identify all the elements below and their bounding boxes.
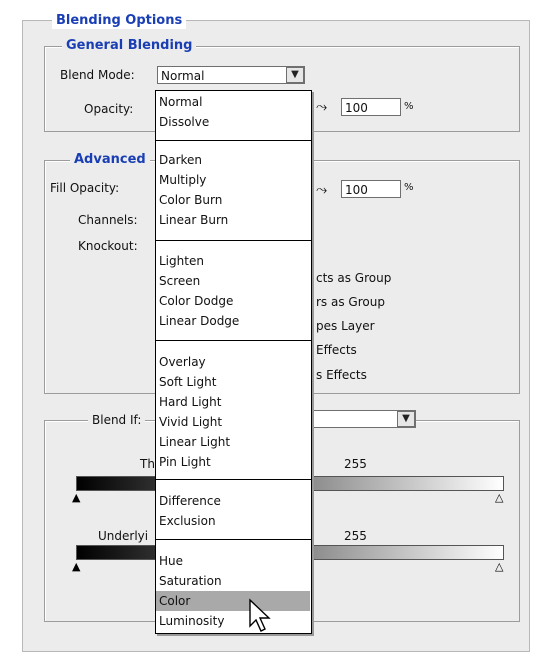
triangle-slider-icon[interactable]: △: [495, 492, 503, 503]
channels-label: Channels:: [78, 213, 138, 227]
advanced-blending-title: Advanced: [70, 152, 150, 168]
menu-item-normal[interactable]: Normal: [159, 92, 307, 112]
menu-item-hard-light[interactable]: Hard Light: [159, 392, 307, 412]
advanced-option-3[interactable]: pes Layer: [316, 318, 375, 334]
menu-item-linear-dodge[interactable]: Linear Dodge: [159, 311, 307, 331]
chevron-down-icon[interactable]: ▼: [397, 411, 415, 427]
mouse-pointer-icon: [249, 598, 271, 632]
triangle-slider-icon[interactable]: ▲: [72, 561, 80, 572]
opacity-label: Opacity:: [84, 102, 134, 116]
opacity-input[interactable]: 100: [341, 98, 401, 116]
menu-separator: [156, 539, 311, 543]
menu-item-linear-burn[interactable]: Linear Burn: [159, 210, 307, 230]
blend-if-label: Blend If:: [88, 412, 146, 428]
menu-separator: [156, 240, 311, 244]
menu-item-exclusion[interactable]: Exclusion: [159, 511, 307, 531]
triangle-slider-icon[interactable]: ▲: [72, 492, 80, 503]
this-layer-value: 255: [344, 457, 367, 471]
menu-item-vivid-light[interactable]: Vivid Light: [159, 412, 307, 432]
menu-separator: [156, 140, 311, 144]
blend-mode-menu: Normal Dissolve Darken Multiply Color Bu…: [155, 90, 312, 634]
menu-item-overlay[interactable]: Overlay: [159, 352, 307, 372]
advanced-option-1[interactable]: cts as Group: [316, 270, 391, 286]
menu-item-color[interactable]: Color: [156, 591, 310, 611]
advanced-option-4[interactable]: Effects: [316, 342, 357, 358]
menu-separator: [156, 340, 311, 344]
menu-item-linear-light[interactable]: Linear Light: [159, 432, 307, 452]
menu-item-color-burn[interactable]: Color Burn: [159, 190, 307, 210]
triangle-slider-icon[interactable]: △: [495, 561, 503, 572]
this-layer-label: Th: [140, 457, 155, 471]
chevron-down-icon[interactable]: ▼: [286, 67, 304, 83]
opacity-unit: %: [404, 101, 414, 112]
layer-style-panel: Blending Options General Blending Blend …: [0, 0, 544, 666]
menu-item-soft-light[interactable]: Soft Light: [159, 372, 307, 392]
menu-item-hue[interactable]: Hue: [159, 551, 307, 571]
underlying-layer-label: Underlyi: [98, 529, 149, 543]
menu-item-luminosity[interactable]: Luminosity: [159, 611, 307, 631]
scrubby-hand-icon[interactable]: ⤳: [316, 182, 327, 198]
fill-opacity-unit: %: [404, 182, 414, 193]
underlying-layer-value: 255: [344, 529, 367, 543]
menu-item-color-dodge[interactable]: Color Dodge: [159, 291, 307, 311]
menu-item-darken[interactable]: Darken: [159, 150, 307, 170]
menu-item-pin-light[interactable]: Pin Light: [159, 452, 307, 472]
general-blending-title: General Blending: [62, 38, 197, 54]
menu-item-screen[interactable]: Screen: [159, 271, 307, 291]
scrubby-hand-icon[interactable]: ⤳: [316, 99, 327, 115]
advanced-option-2[interactable]: rs as Group: [316, 294, 385, 310]
blending-options-title: Blending Options: [52, 13, 187, 29]
menu-item-saturation[interactable]: Saturation: [159, 571, 307, 591]
menu-item-lighten[interactable]: Lighten: [159, 251, 307, 271]
menu-separator: [156, 479, 311, 483]
menu-item-dissolve[interactable]: Dissolve: [159, 112, 307, 132]
menu-item-multiply[interactable]: Multiply: [159, 170, 307, 190]
knockout-label: Knockout:: [78, 239, 138, 253]
menu-item-difference[interactable]: Difference: [159, 491, 307, 511]
blend-mode-label: Blend Mode:: [60, 68, 135, 82]
advanced-option-5[interactable]: s Effects: [316, 367, 367, 383]
blend-mode-select[interactable]: Normal: [157, 66, 305, 84]
fill-opacity-input[interactable]: 100: [341, 180, 401, 198]
fill-opacity-label: Fill Opacity:: [50, 181, 120, 195]
